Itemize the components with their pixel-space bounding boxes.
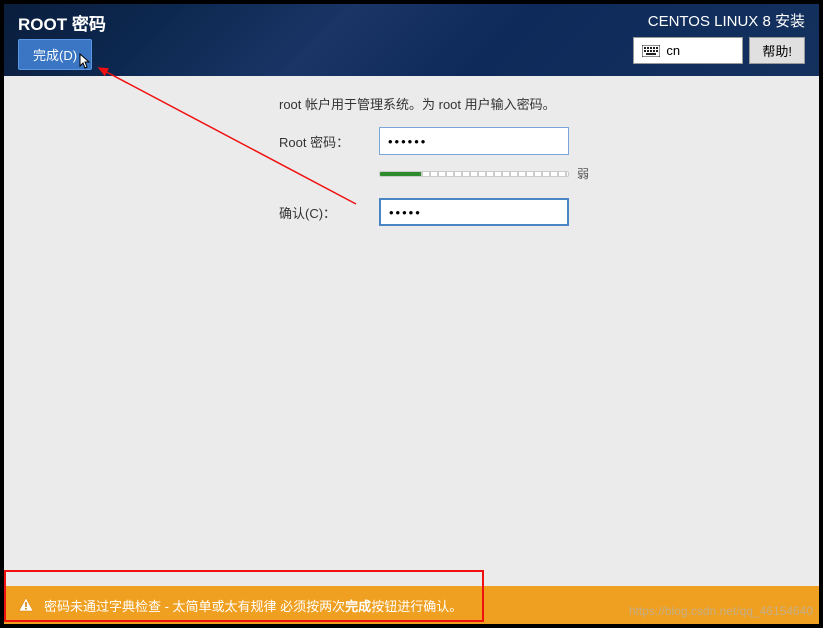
keyboard-icon	[642, 45, 660, 57]
installer-title: CENTOS LINUX 8 安装	[633, 10, 805, 31]
confirm-password-label: 确认(C)：	[279, 203, 379, 222]
password-strength-text: 弱	[577, 165, 589, 182]
content-area: root 帐户用于管理系统。为 root 用户输入密码。 Root 密码： 弱 …	[4, 76, 819, 586]
top-bar: ROOT 密码 完成(D) CENTOS LINUX 8 安装	[4, 4, 819, 76]
password-strength-bar	[379, 171, 569, 177]
warning-icon	[18, 597, 34, 613]
warning-text: 密码未通过字典检查 - 太简单或太有规律 必须按两次完成按钮进行确认。	[44, 596, 462, 615]
watermark-text: https://blog.csdn.net/qq_46154640	[629, 604, 813, 618]
done-button-label: 完成(D)	[33, 48, 77, 63]
root-password-label: Root 密码：	[279, 132, 379, 151]
cursor-icon	[79, 53, 93, 71]
instruction-text: root 帐户用于管理系统。为 root 用户输入密码。	[279, 94, 739, 113]
root-password-input[interactable]	[379, 127, 569, 155]
confirm-password-input[interactable]	[379, 198, 569, 226]
done-button[interactable]: 完成(D)	[18, 39, 92, 70]
keyboard-layout-selector[interactable]: cn	[633, 37, 743, 64]
help-button-label: 帮助!	[762, 44, 792, 59]
keyboard-layout-value: cn	[666, 43, 680, 58]
page-title: ROOT 密码	[18, 10, 106, 35]
help-button[interactable]: 帮助!	[749, 37, 805, 64]
